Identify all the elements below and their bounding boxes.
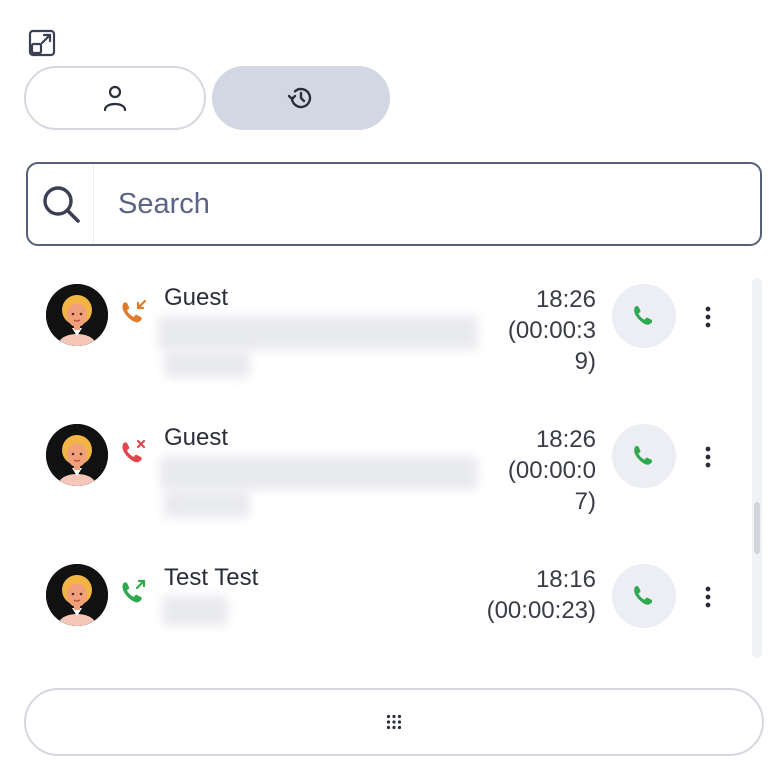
avatar xyxy=(46,284,108,346)
phone-icon xyxy=(634,446,653,465)
blurred-contact-info xyxy=(158,316,478,350)
blurred-contact-info xyxy=(164,490,250,518)
search-icon xyxy=(42,186,80,223)
more-vertical-icon xyxy=(705,586,711,608)
call-duration: (00:00:0 xyxy=(507,457,596,484)
more-vertical-icon xyxy=(705,306,711,328)
avatar xyxy=(46,424,108,486)
blurred-contact-info xyxy=(164,350,250,378)
more-options-button[interactable] xyxy=(696,302,720,332)
scrollbar-thumb[interactable] xyxy=(754,502,760,554)
blurred-contact-info xyxy=(162,596,228,626)
search-icon-container[interactable] xyxy=(28,164,94,244)
call-duration-cont: 7) xyxy=(574,488,596,515)
call-history-list: Guest 18:26 (00:00:3 9) Guest 18:26 (00:… xyxy=(0,268,750,658)
expand-window-button[interactable] xyxy=(27,28,57,58)
contact-name: Test Test xyxy=(164,564,259,591)
call-history-item[interactable]: Guest 18:26 (00:00:0 7) xyxy=(0,408,750,548)
call-time-value: 18:16 xyxy=(535,566,596,593)
more-options-button[interactable] xyxy=(696,582,720,612)
call-time: 18:16 (00:00:23) xyxy=(406,564,596,626)
expand-window-icon xyxy=(28,29,56,57)
call-time-value: 18:26 xyxy=(535,426,596,453)
dialpad-icon xyxy=(386,714,402,730)
blurred-contact-info xyxy=(160,456,478,490)
call-history-item[interactable]: Guest 18:26 (00:00:3 9) xyxy=(0,268,750,408)
tab-contacts[interactable] xyxy=(24,66,206,130)
outgoing-call-icon xyxy=(118,578,148,608)
avatar xyxy=(46,564,108,626)
missed-call-icon xyxy=(118,438,148,468)
phone-icon xyxy=(634,586,653,605)
person-icon xyxy=(103,85,127,112)
incoming-call-icon xyxy=(118,298,148,328)
contact-name: Guest xyxy=(164,284,229,311)
phone-icon xyxy=(634,306,653,325)
call-time-value: 18:26 xyxy=(535,286,596,313)
history-icon xyxy=(287,87,312,109)
call-back-button[interactable] xyxy=(612,424,676,488)
call-time: 18:26 (00:00:0 7) xyxy=(456,424,596,517)
tab-history[interactable] xyxy=(212,66,390,130)
list-scrollbar[interactable] xyxy=(752,278,762,658)
call-back-button[interactable] xyxy=(612,284,676,348)
call-duration: (00:00:3 xyxy=(507,317,596,344)
more-options-button[interactable] xyxy=(696,442,720,472)
call-time: 18:26 (00:00:3 9) xyxy=(456,284,596,377)
call-back-button[interactable] xyxy=(612,564,676,628)
more-vertical-icon xyxy=(705,446,711,468)
call-duration-cont: 9) xyxy=(574,348,596,375)
search-bar xyxy=(26,162,762,246)
search-input[interactable] xyxy=(94,164,760,244)
call-history-item[interactable]: Test Test 18:16 (00:00:23) xyxy=(0,548,750,658)
contact-name: Guest xyxy=(164,424,229,451)
dialpad-button[interactable] xyxy=(24,688,764,756)
call-duration: (00:00:23) xyxy=(486,597,596,624)
